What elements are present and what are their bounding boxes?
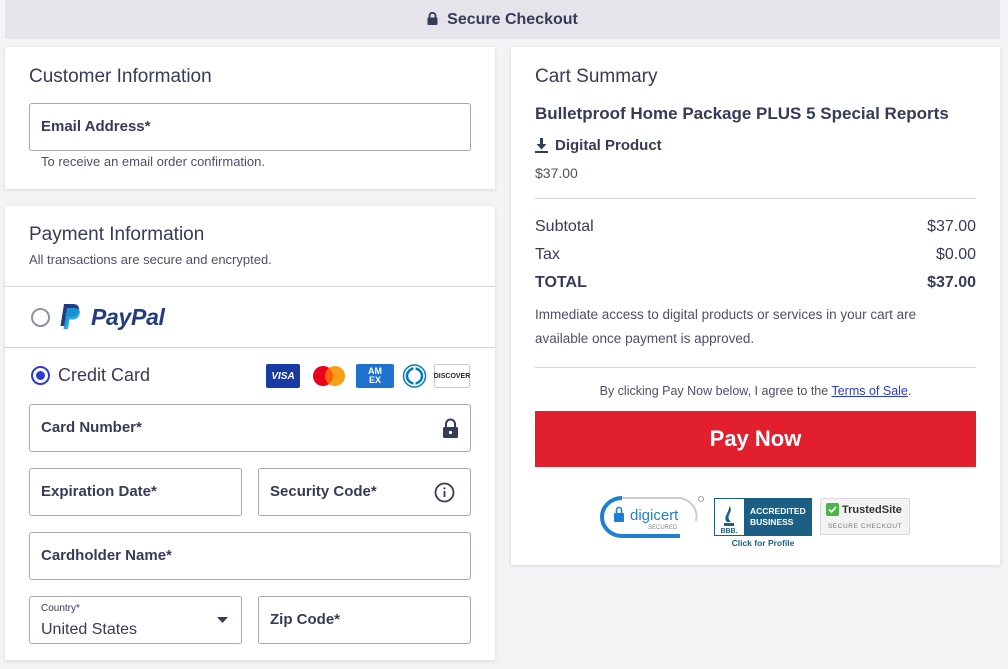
access-note-line1: Immediate access to digital products or … — [535, 307, 917, 322]
bbb-caption[interactable]: Click for Profile — [714, 538, 812, 548]
header-title: Secure Checkout — [447, 10, 578, 28]
country-select[interactable]: Country* United States — [29, 596, 242, 644]
cardholder-name-field[interactable]: Cardholder Name* — [29, 532, 471, 580]
country-value: United States — [41, 621, 138, 638]
terms-agreement: By clicking Pay Now below, I agree to th… — [535, 384, 976, 398]
visa-logo-icon: VISA — [266, 364, 300, 388]
bbb-line1: ACCREDITED — [750, 506, 806, 516]
zip-code-field[interactable]: Zip Code* — [258, 596, 471, 644]
total-value: $37.00 — [927, 274, 976, 291]
divider — [535, 198, 976, 199]
customer-information-card: Customer Information Email Address* To r… — [5, 47, 495, 189]
product-price: $37.00 — [535, 165, 578, 181]
expiration-date-field[interactable]: Expiration Date* — [29, 468, 242, 516]
bbb-flame-icon — [724, 506, 734, 526]
payment-info-title: Payment Information — [29, 224, 205, 245]
bbb-mark: BBB. — [720, 528, 738, 535]
trustedsite-header: TrustedSite — [826, 503, 902, 516]
paypal-logo-icon — [60, 304, 80, 329]
terms-suffix: . — [907, 384, 912, 398]
checkmark-icon — [826, 503, 839, 516]
security-code-label: Security Code* — [270, 483, 377, 500]
subtotal-label: Subtotal — [535, 218, 594, 235]
card-number-field[interactable]: Card Number* — [29, 404, 471, 452]
tax-value: $0.00 — [935, 246, 976, 263]
download-icon — [535, 138, 548, 153]
terms-prefix: By clicking Pay Now below, I agree to th… — [599, 384, 832, 398]
trustedsite-sub: SECURE CHECKOUT — [827, 523, 903, 530]
bbb-line2: BUSINESS — [750, 517, 794, 527]
paypal-label-text: PayPal — [91, 303, 165, 330]
expiration-date-label: Expiration Date* — [41, 483, 157, 500]
email-field[interactable]: Email Address* — [29, 103, 471, 151]
paypal-radio[interactable] — [31, 308, 50, 327]
pay-now-label: Pay Now — [709, 426, 802, 451]
credit-card-radio[interactable] — [31, 366, 50, 385]
paypal-label: PayPal — [91, 304, 165, 331]
cart-summary-card — [511, 47, 1000, 565]
bbb-accredited: ACCREDITED BUSINESS — [744, 499, 812, 535]
digicert-badge[interactable]: digicert SECURED — [600, 495, 706, 539]
lock-icon — [427, 12, 438, 25]
divider — [535, 367, 976, 368]
discover-logo-text: DISCOVER — [433, 372, 471, 380]
zip-code-label: Zip Code* — [270, 611, 340, 628]
country-label: Country* — [41, 603, 80, 614]
access-note-line2: available once payment is approved. — [535, 331, 755, 346]
card-number-label: Card Number* — [41, 419, 142, 436]
mastercard-logo-icon — [313, 366, 345, 386]
product-name: Bulletproof Home Package PLUS 5 Special … — [535, 104, 949, 123]
bbb-badge[interactable]: BBB. ACCREDITED BUSINESS — [714, 498, 812, 536]
lock-icon — [443, 418, 458, 438]
email-helper-text: To receive an email order confirmation. — [41, 154, 265, 169]
amex-logo-icon: AM EX — [356, 364, 394, 388]
digicert-name: digicert — [630, 507, 679, 524]
trustedsite-name: TrustedSite — [842, 503, 902, 516]
email-field-label: Email Address* — [41, 118, 151, 135]
total-label: TOTAL — [535, 274, 587, 291]
product-type-label: Digital Product — [555, 137, 662, 154]
divider — [5, 286, 495, 287]
credit-card-label[interactable]: Credit Card — [58, 365, 150, 386]
divider — [5, 347, 495, 348]
paypal-option[interactable]: PayPal — [58, 302, 165, 332]
info-icon[interactable] — [434, 482, 455, 503]
customer-info-title: Customer Information — [29, 66, 212, 87]
subtotal-value: $37.00 — [927, 218, 976, 235]
chevron-down-icon — [217, 617, 228, 623]
tax-label: Tax — [535, 246, 560, 263]
cart-summary-title: Cart Summary — [535, 66, 658, 87]
bbb-torch-icon: BBB. — [715, 499, 743, 535]
diners-club-logo-icon — [402, 364, 427, 388]
product-type: Digital Product — [535, 137, 662, 154]
terms-of-sale-link[interactable]: Terms of Sale — [831, 384, 907, 398]
payment-info-subtitle: All transactions are secure and encrypte… — [29, 252, 272, 267]
pay-now-button[interactable]: Pay Now — [535, 411, 976, 467]
cardholder-name-label: Cardholder Name* — [41, 547, 172, 564]
digicert-sub: SECURED — [648, 525, 678, 531]
visa-logo-text: VISA — [271, 370, 295, 382]
discover-logo-icon: DISCOVER — [434, 364, 470, 388]
secure-checkout-header: Secure Checkout — [5, 0, 1000, 39]
security-code-field[interactable]: Security Code* — [258, 468, 471, 516]
trustedsite-badge[interactable]: TrustedSite SECURE CHECKOUT — [820, 498, 910, 535]
